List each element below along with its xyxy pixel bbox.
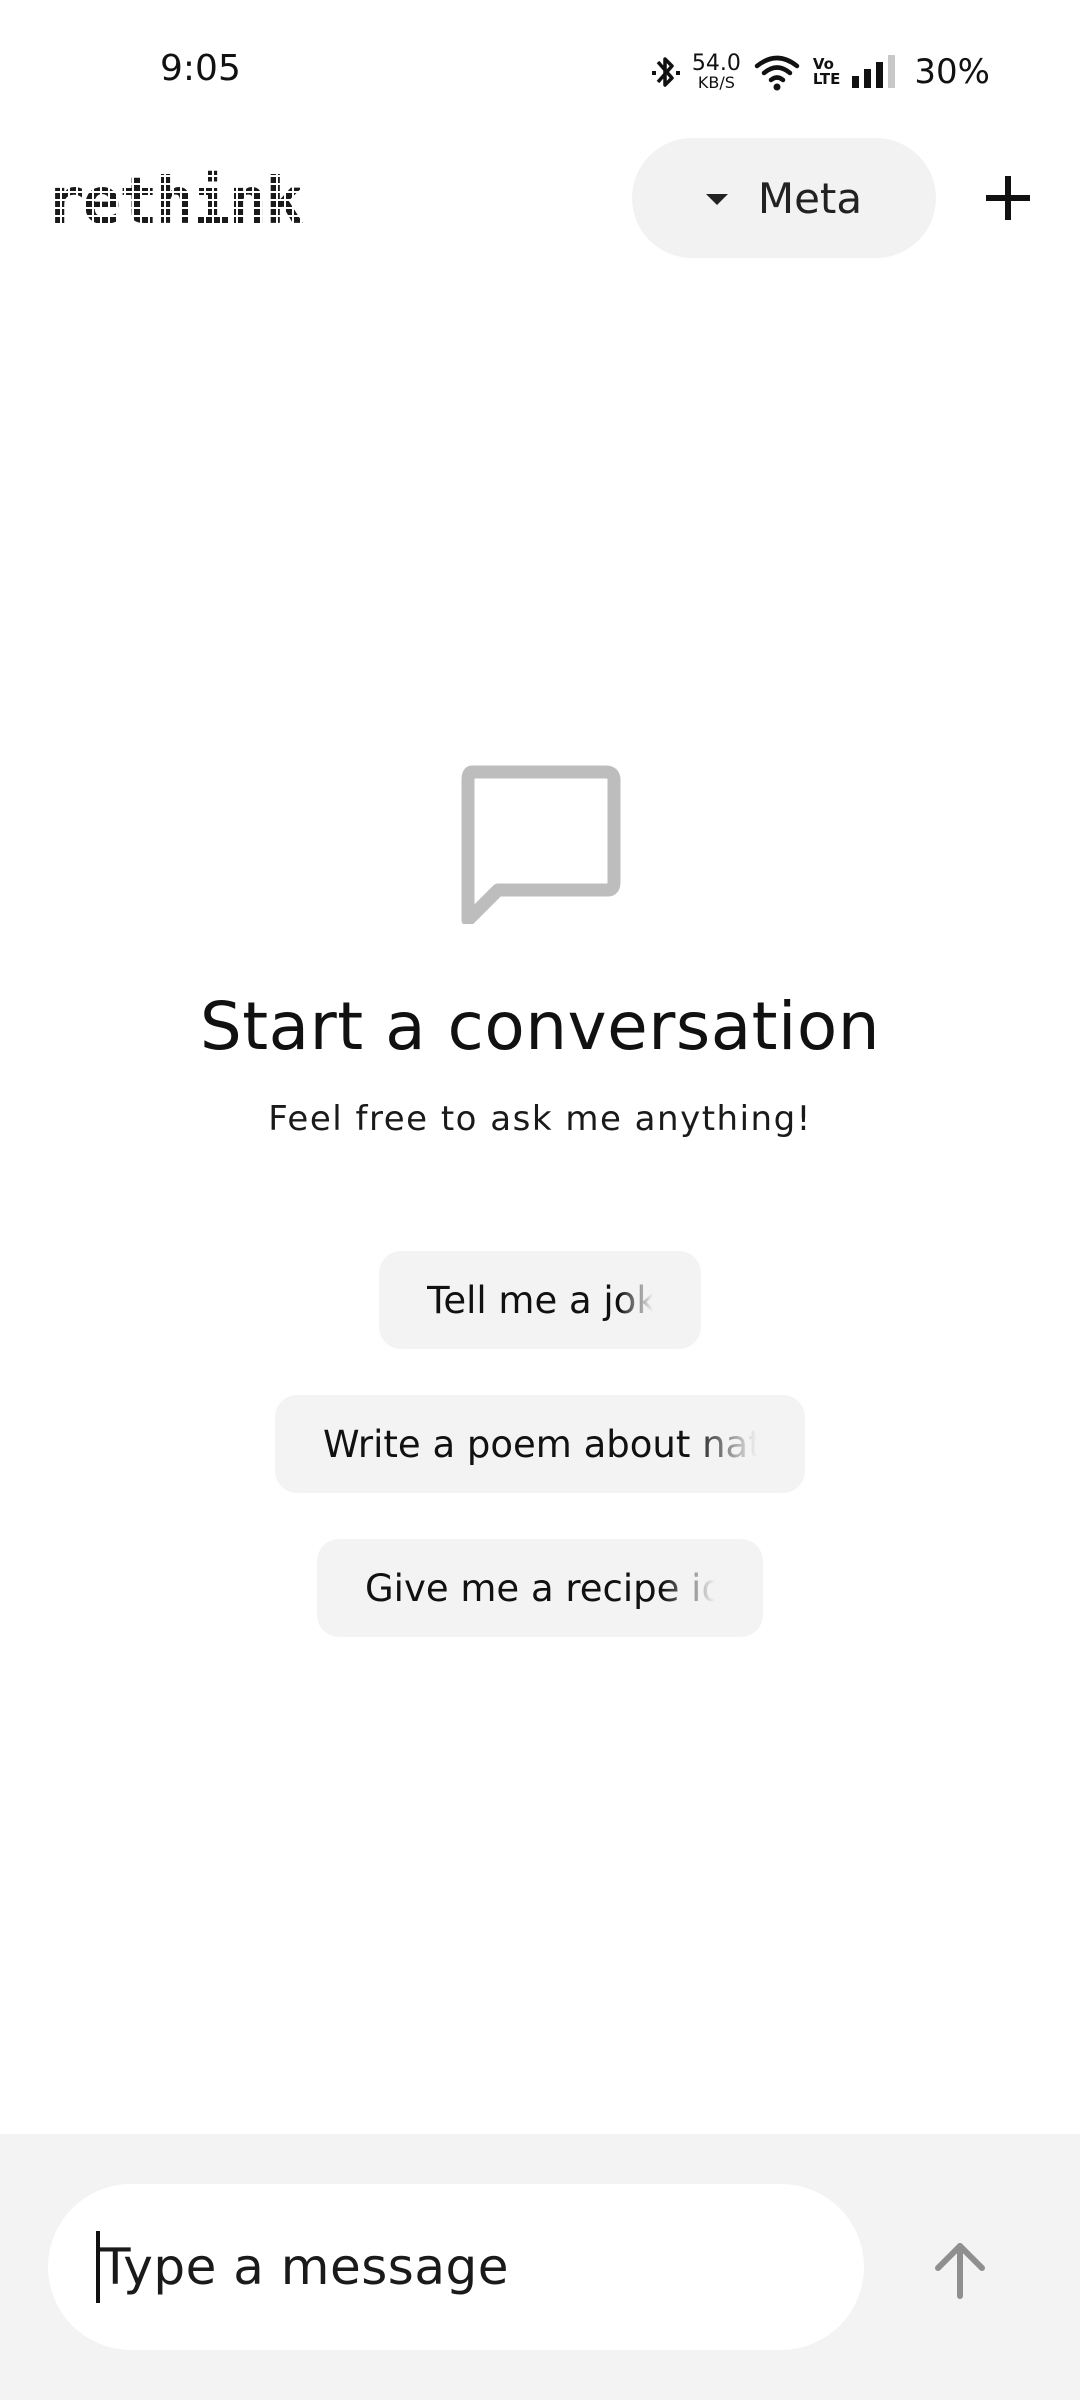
empty-state-title: Start a conversation xyxy=(199,988,881,1065)
app-logo: rethink xyxy=(46,165,304,239)
suggestion-chip-label: Tell me a joke xyxy=(427,1278,653,1322)
new-chat-button[interactable] xyxy=(976,166,1040,230)
suggestion-chip[interactable]: Tell me a joke xyxy=(379,1251,701,1349)
status-icons: 54.0 KB/S Vo LTE 30% xyxy=(651,48,990,96)
status-bar: 9:05 54.0 KB/S Vo LTE 30% xyxy=(0,0,1080,140)
signal-icon xyxy=(852,55,896,88)
empty-state-subtitle: Feel free to ask me anything! xyxy=(268,1099,812,1139)
logo-text: rethink xyxy=(46,165,304,239)
suggestion-chip[interactable]: Write a poem about nature xyxy=(275,1395,805,1493)
bluetooth-icon xyxy=(651,57,680,87)
model-selector-label: Meta xyxy=(757,173,863,223)
status-time: 9:05 xyxy=(160,48,241,89)
message-input[interactable]: Type a message xyxy=(48,2184,864,2350)
plus-icon xyxy=(986,176,1030,220)
send-button[interactable] xyxy=(920,2230,1000,2310)
suggestion-chip-label: Give me a recipe idea xyxy=(365,1566,715,1610)
network-speed-value: 54.0 xyxy=(691,51,741,76)
network-speed-unit: KB/S xyxy=(697,73,735,92)
empty-state: Start a conversation Feel free to ask me… xyxy=(0,760,1080,1637)
wifi-icon xyxy=(754,55,800,91)
caret-down-icon xyxy=(705,193,728,205)
message-composer: Type a message xyxy=(0,2134,1080,2400)
volte-indicator: Vo LTE xyxy=(813,57,841,87)
battery-percentage: 30% xyxy=(914,52,990,92)
volte-bottom: LTE xyxy=(812,70,841,88)
message-input-placeholder: Type a message xyxy=(100,2238,509,2296)
chat-bubble-icon xyxy=(461,765,621,924)
arrow-up-icon xyxy=(935,2243,985,2299)
suggestion-chip[interactable]: Give me a recipe idea xyxy=(317,1539,763,1637)
suggestion-chip-label: Write a poem about nature xyxy=(323,1422,757,1466)
app-header: rethink Meta xyxy=(0,138,1080,262)
network-speed: 54.0 KB/S xyxy=(692,53,741,91)
suggestion-list: Tell me a joke Write a poem about nature… xyxy=(275,1251,805,1637)
logo-wrap: rethink xyxy=(46,165,304,239)
model-selector[interactable]: Meta xyxy=(632,138,936,258)
